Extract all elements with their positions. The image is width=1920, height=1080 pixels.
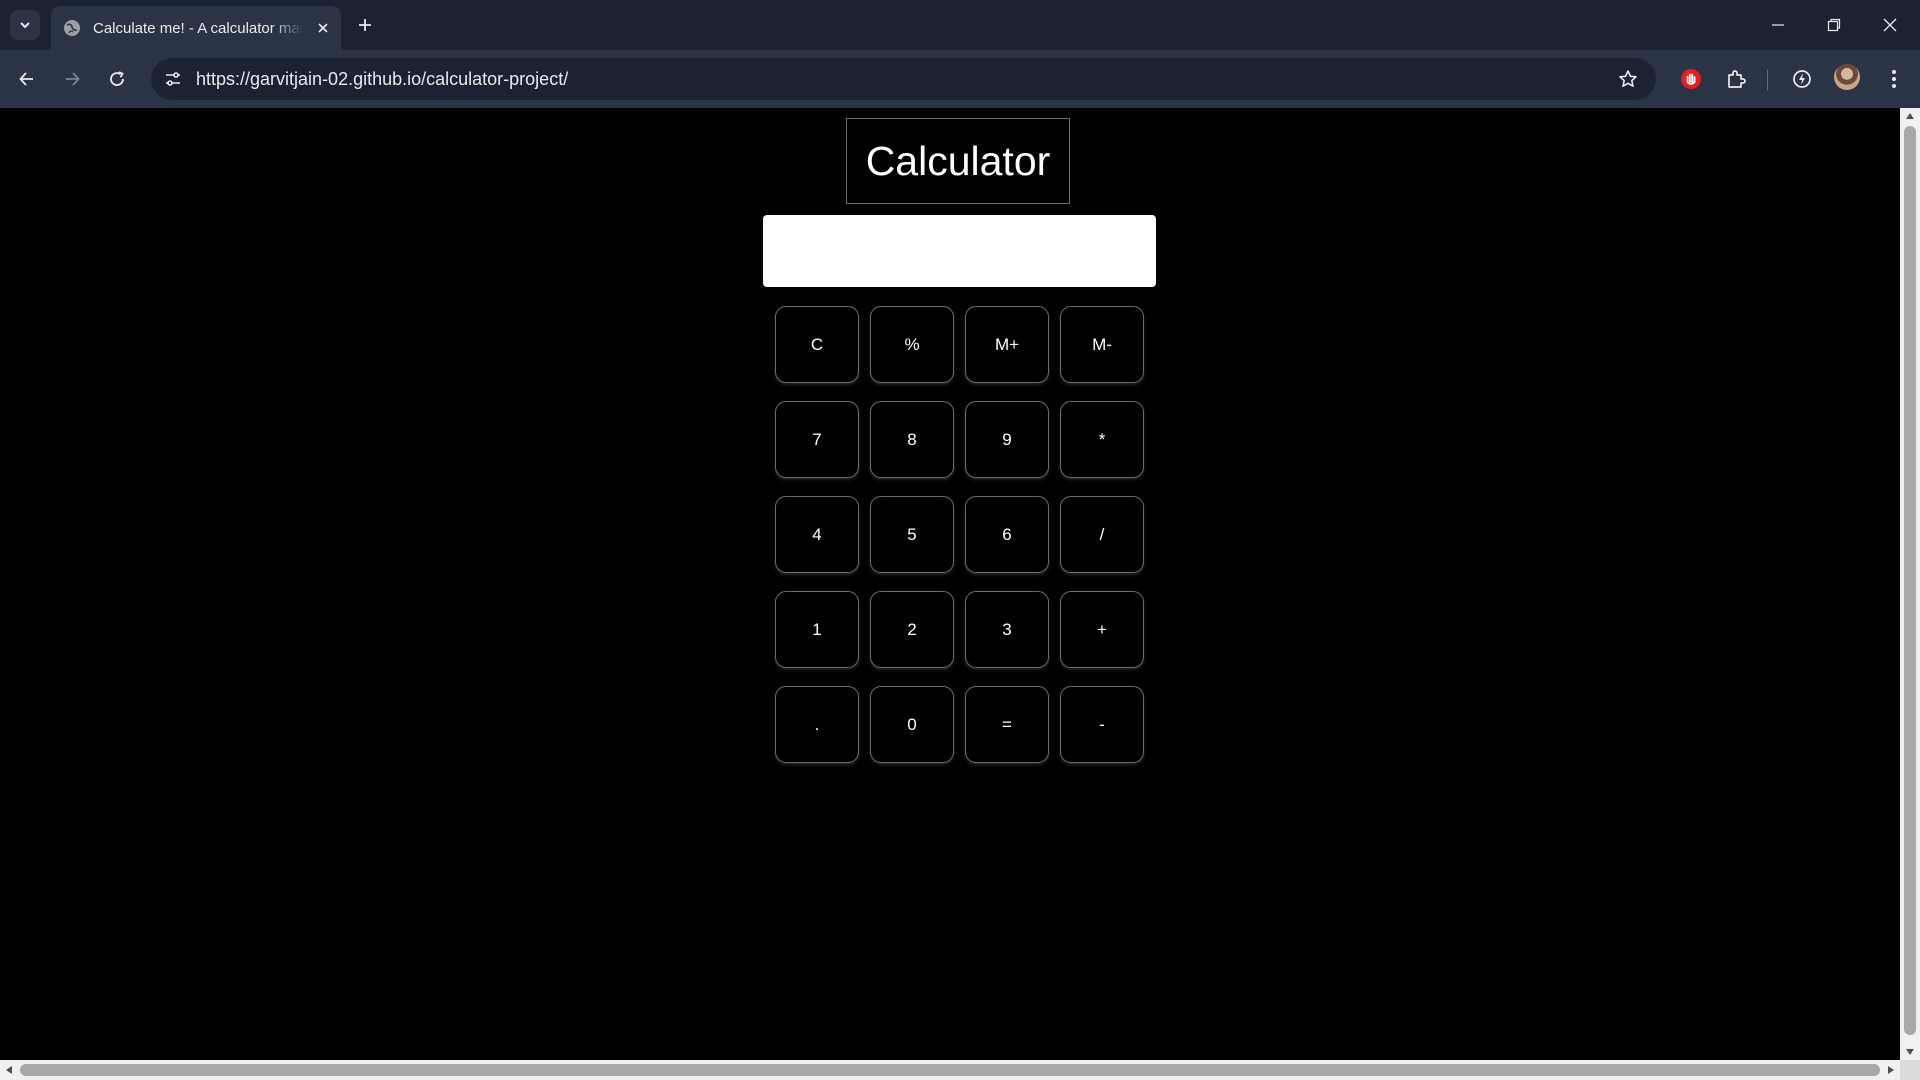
key-1[interactable]: 1: [775, 591, 859, 668]
scroll-right-arrow-icon[interactable]: [1882, 1060, 1900, 1080]
back-button[interactable]: [11, 63, 43, 95]
key-3[interactable]: 3: [965, 591, 1049, 668]
key-subtract[interactable]: -: [1060, 686, 1144, 763]
minimize-icon: [1772, 24, 1784, 26]
horizontal-scrollbar[interactable]: [0, 1060, 1900, 1080]
key-4[interactable]: 4: [775, 496, 859, 573]
scroll-up-arrow-icon[interactable]: [1900, 108, 1920, 124]
puzzle-icon[interactable]: [1720, 63, 1752, 95]
new-tab-button[interactable]: [352, 12, 378, 38]
keypad: C % M+ M- 7 8 9 * 4 5 6 / 1 2 3 + . 0 = …: [775, 306, 1144, 763]
tab-title: Calculate me! - A calculator made using …: [93, 19, 303, 37]
vertical-scrollbar-thumb[interactable]: [1904, 126, 1916, 1035]
key-0[interactable]: 0: [870, 686, 954, 763]
key-9[interactable]: 9: [965, 401, 1049, 478]
key-decimal[interactable]: .: [775, 686, 859, 763]
close-icon: [1883, 18, 1897, 32]
calculator-display[interactable]: [763, 215, 1156, 287]
toolbar-separator: [1767, 70, 1768, 90]
kebab-menu-icon[interactable]: [1878, 63, 1910, 95]
page-title: Calculator: [846, 118, 1070, 204]
key-5[interactable]: 5: [870, 496, 954, 573]
page-content: Calculator C % M+ M- 7 8 9 * 4 5 6 / 1 2…: [0, 108, 1900, 1060]
minimize-button[interactable]: [1750, 0, 1806, 50]
site-info-icon[interactable]: [159, 65, 187, 93]
plus-icon: [359, 19, 371, 31]
close-icon[interactable]: [313, 18, 333, 38]
chevron-down-icon: [20, 22, 30, 29]
key-memory-plus[interactable]: M+: [965, 306, 1049, 383]
scrollbar-corner: [1900, 1060, 1920, 1080]
forward-icon: [66, 72, 80, 86]
vertical-scrollbar[interactable]: [1900, 108, 1920, 1060]
key-clear[interactable]: C: [775, 306, 859, 383]
key-divide[interactable]: /: [1060, 496, 1144, 573]
key-percent[interactable]: %: [870, 306, 954, 383]
avatar[interactable]: [1834, 64, 1860, 90]
close-window-button[interactable]: [1862, 0, 1918, 50]
browser-titlebar: Calculate me! - A calculator made using …: [0, 0, 1920, 50]
globe-icon: [63, 19, 81, 37]
key-2[interactable]: 2: [870, 591, 954, 668]
scroll-left-arrow-icon[interactable]: [0, 1060, 18, 1080]
url-text[interactable]: https://garvitjain-02.github.io/calculat…: [196, 58, 568, 100]
reload-icon: [110, 71, 124, 86]
tab-search-button[interactable]: [10, 10, 40, 40]
restore-button[interactable]: [1806, 0, 1862, 50]
address-bar[interactable]: https://garvitjain-02.github.io/calculat…: [151, 58, 1656, 100]
star-icon[interactable]: [1616, 67, 1640, 91]
restore-icon: [1827, 18, 1841, 32]
extension-red-icon[interactable]: [1675, 63, 1707, 95]
performance-icon[interactable]: [1786, 63, 1818, 95]
key-multiply[interactable]: *: [1060, 401, 1144, 478]
back-icon: [19, 72, 33, 86]
browser-toolbar: https://garvitjain-02.github.io/calculat…: [0, 50, 1920, 108]
reload-button[interactable]: [101, 63, 133, 95]
scroll-down-arrow-icon[interactable]: [1900, 1044, 1920, 1060]
key-7[interactable]: 7: [775, 401, 859, 478]
forward-button[interactable]: [56, 63, 88, 95]
key-memory-minus[interactable]: M-: [1060, 306, 1144, 383]
key-equals[interactable]: =: [965, 686, 1049, 763]
key-add[interactable]: +: [1060, 591, 1144, 668]
horizontal-scrollbar-thumb[interactable]: [20, 1064, 1880, 1076]
browser-tab-active[interactable]: Calculate me! - A calculator made using …: [51, 6, 341, 50]
key-6[interactable]: 6: [965, 496, 1049, 573]
key-8[interactable]: 8: [870, 401, 954, 478]
